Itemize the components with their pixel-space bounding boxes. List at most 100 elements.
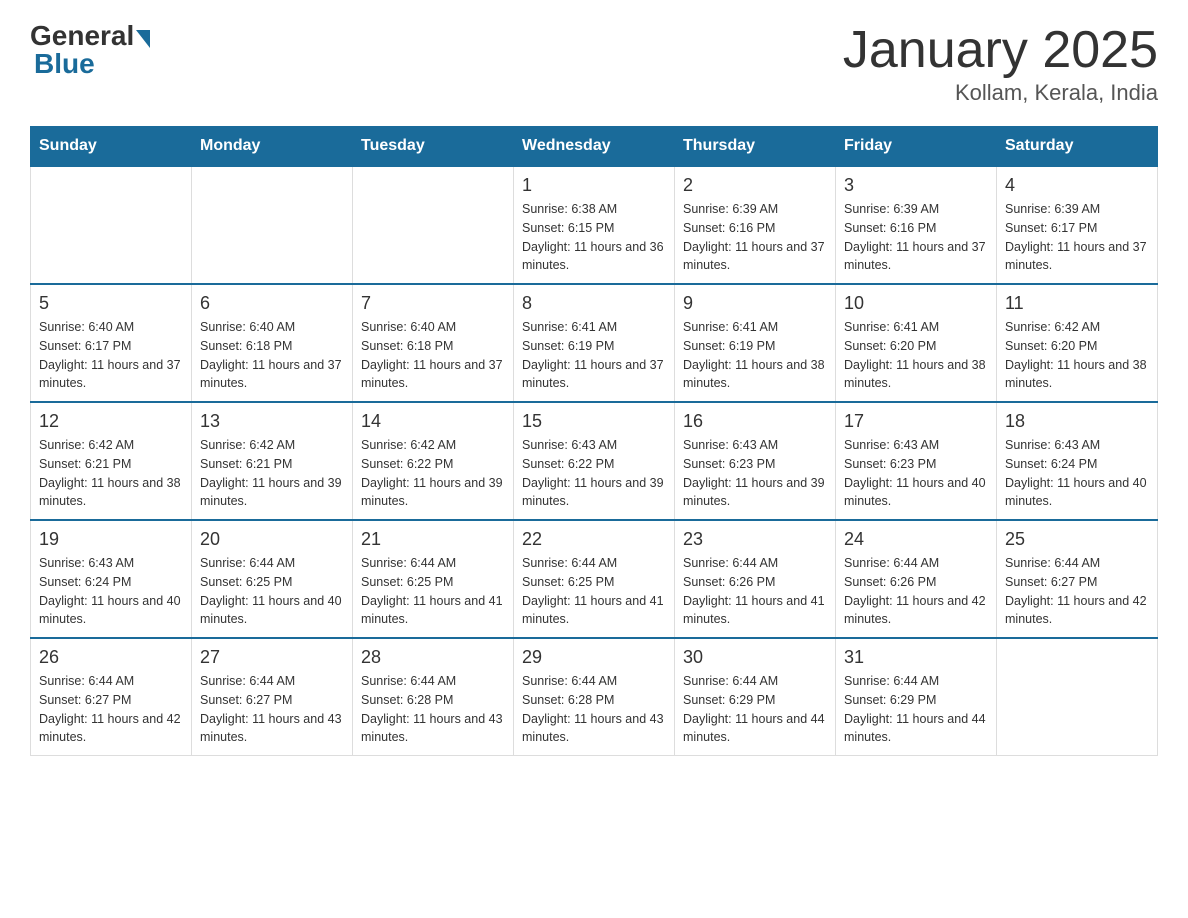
logo-blue-text: Blue — [34, 48, 95, 80]
day-info: Sunrise: 6:38 AM Sunset: 6:15 PM Dayligh… — [522, 200, 666, 275]
calendar-day-cell: 1 Sunrise: 6:38 AM Sunset: 6:15 PM Daylig… — [514, 166, 675, 284]
calendar-day-cell: 31 Sunrise: 6:44 AM Sunset: 6:29 PM Dayli… — [836, 638, 997, 756]
calendar-day-cell: 14Sunrise: 6:42 AM Sunset: 6:22 PM Dayli… — [353, 402, 514, 520]
day-number: 15 — [522, 411, 666, 432]
day-info: Sunrise: 6:42 AM Sunset: 6:21 PM Dayligh… — [39, 436, 183, 511]
calendar-title: January 2025 — [843, 20, 1158, 80]
day-info: Sunrise: 6:44 AM Sunset: 6:29 PM Dayligh… — [683, 672, 827, 747]
calendar-day-cell: 4Sunrise: 6:39 AM Sunset: 6:17 PM Daylig… — [997, 166, 1158, 284]
day-info: Sunrise: 6:43 AM Sunset: 6:23 PM Dayligh… — [683, 436, 827, 511]
day-number: 17 — [844, 411, 988, 432]
day-info: Sunrise: 6:40 AM Sunset: 6:18 PM Dayligh… — [200, 318, 344, 393]
calendar-day-cell: 6 Sunrise: 6:40 AM Sunset: 6:18 PM Daylig… — [192, 284, 353, 402]
calendar-day-header: Tuesday — [353, 127, 514, 167]
day-info: Sunrise: 6:41 AM Sunset: 6:20 PM Dayligh… — [844, 318, 988, 393]
day-info: Sunrise: 6:44 AM Sunset: 6:28 PM Dayligh… — [361, 672, 505, 747]
calendar-day-cell: 24 Sunrise: 6:44 AM Sunset: 6:26 PM Dayli… — [836, 520, 997, 638]
calendar-day-cell: 30 Sunrise: 6:44 AM Sunset: 6:29 PM Dayli… — [675, 638, 836, 756]
day-number: 5 — [39, 293, 183, 314]
day-number: 30 — [683, 647, 827, 668]
calendar-day-cell: 8 Sunrise: 6:41 AM Sunset: 6:19 PM Daylig… — [514, 284, 675, 402]
calendar-day-header: Wednesday — [514, 127, 675, 167]
calendar-day-header: Friday — [836, 127, 997, 167]
day-info: Sunrise: 6:44 AM Sunset: 6:25 PM Dayligh… — [361, 554, 505, 629]
day-info: Sunrise: 6:44 AM Sunset: 6:25 PM Dayligh… — [522, 554, 666, 629]
calendar-week-row: 26 Sunrise: 6:44 AM Sunset: 6:27 PM Dayli… — [31, 638, 1158, 756]
day-number: 31 — [844, 647, 988, 668]
calendar-day-cell: 12 Sunrise: 6:42 AM Sunset: 6:21 PM Dayli… — [31, 402, 192, 520]
day-info: Sunrise: 6:42 AM Sunset: 6:21 PM Dayligh… — [200, 436, 344, 511]
day-number: 6 — [200, 293, 344, 314]
calendar-day-cell: 25Sunrise: 6:44 AM Sunset: 6:27 PM Dayli… — [997, 520, 1158, 638]
calendar-day-header: Saturday — [997, 127, 1158, 167]
calendar-day-cell: 13 Sunrise: 6:42 AM Sunset: 6:21 PM Dayli… — [192, 402, 353, 520]
day-number: 11 — [1005, 293, 1149, 314]
day-info: Sunrise: 6:44 AM Sunset: 6:27 PM Dayligh… — [39, 672, 183, 747]
day-number: 13 — [200, 411, 344, 432]
day-info: Sunrise: 6:44 AM Sunset: 6:26 PM Dayligh… — [844, 554, 988, 629]
calendar-week-row: 5 Sunrise: 6:40 AM Sunset: 6:17 PM Daylig… — [31, 284, 1158, 402]
calendar-day-cell: 26 Sunrise: 6:44 AM Sunset: 6:27 PM Dayli… — [31, 638, 192, 756]
day-number: 24 — [844, 529, 988, 550]
day-info: Sunrise: 6:42 AM Sunset: 6:20 PM Dayligh… — [1005, 318, 1149, 393]
day-number: 19 — [39, 529, 183, 550]
day-info: Sunrise: 6:43 AM Sunset: 6:22 PM Dayligh… — [522, 436, 666, 511]
calendar-day-cell: 23Sunrise: 6:44 AM Sunset: 6:26 PM Dayli… — [675, 520, 836, 638]
day-info: Sunrise: 6:40 AM Sunset: 6:17 PM Dayligh… — [39, 318, 183, 393]
calendar-day-cell: 10 Sunrise: 6:41 AM Sunset: 6:20 PM Dayli… — [836, 284, 997, 402]
title-block: January 2025 Kollam, Kerala, India — [843, 20, 1158, 106]
day-number: 20 — [200, 529, 344, 550]
day-number: 28 — [361, 647, 505, 668]
day-number: 10 — [844, 293, 988, 314]
calendar-day-cell: 22 Sunrise: 6:44 AM Sunset: 6:25 PM Dayli… — [514, 520, 675, 638]
calendar-day-cell: 11 Sunrise: 6:42 AM Sunset: 6:20 PM Dayli… — [997, 284, 1158, 402]
calendar-day-cell: 20Sunrise: 6:44 AM Sunset: 6:25 PM Dayli… — [192, 520, 353, 638]
day-number: 21 — [361, 529, 505, 550]
calendar-day-cell: 17Sunrise: 6:43 AM Sunset: 6:23 PM Dayli… — [836, 402, 997, 520]
calendar-day-header: Sunday — [31, 127, 192, 167]
calendar-day-header: Thursday — [675, 127, 836, 167]
calendar-day-cell: 16 Sunrise: 6:43 AM Sunset: 6:23 PM Dayli… — [675, 402, 836, 520]
day-info: Sunrise: 6:44 AM Sunset: 6:29 PM Dayligh… — [844, 672, 988, 747]
day-info: Sunrise: 6:44 AM Sunset: 6:27 PM Dayligh… — [1005, 554, 1149, 629]
day-number: 12 — [39, 411, 183, 432]
day-info: Sunrise: 6:41 AM Sunset: 6:19 PM Dayligh… — [683, 318, 827, 393]
logo: General Blue — [30, 20, 150, 80]
day-info: Sunrise: 6:44 AM Sunset: 6:26 PM Dayligh… — [683, 554, 827, 629]
day-info: Sunrise: 6:43 AM Sunset: 6:24 PM Dayligh… — [39, 554, 183, 629]
calendar-day-cell: 21 Sunrise: 6:44 AM Sunset: 6:25 PM Dayli… — [353, 520, 514, 638]
day-info: Sunrise: 6:39 AM Sunset: 6:16 PM Dayligh… — [683, 200, 827, 275]
day-number: 29 — [522, 647, 666, 668]
day-number: 16 — [683, 411, 827, 432]
calendar-day-cell: 27Sunrise: 6:44 AM Sunset: 6:27 PM Dayli… — [192, 638, 353, 756]
calendar-day-cell: 18Sunrise: 6:43 AM Sunset: 6:24 PM Dayli… — [997, 402, 1158, 520]
day-number: 27 — [200, 647, 344, 668]
day-info: Sunrise: 6:44 AM Sunset: 6:28 PM Dayligh… — [522, 672, 666, 747]
calendar-day-cell: 5 Sunrise: 6:40 AM Sunset: 6:17 PM Daylig… — [31, 284, 192, 402]
calendar-week-row: 12 Sunrise: 6:42 AM Sunset: 6:21 PM Dayli… — [31, 402, 1158, 520]
day-number: 8 — [522, 293, 666, 314]
calendar-table: SundayMondayTuesdayWednesdayThursdayFrid… — [30, 126, 1158, 756]
day-number: 1 — [522, 175, 666, 196]
day-info: Sunrise: 6:41 AM Sunset: 6:19 PM Dayligh… — [522, 318, 666, 393]
calendar-day-cell — [353, 166, 514, 284]
calendar-day-cell: 3 Sunrise: 6:39 AM Sunset: 6:16 PM Daylig… — [836, 166, 997, 284]
calendar-day-cell — [997, 638, 1158, 756]
logo-arrow-icon — [136, 30, 150, 48]
calendar-day-cell: 19 Sunrise: 6:43 AM Sunset: 6:24 PM Dayli… — [31, 520, 192, 638]
day-number: 22 — [522, 529, 666, 550]
calendar-day-cell: 9 Sunrise: 6:41 AM Sunset: 6:19 PM Daylig… — [675, 284, 836, 402]
calendar-week-row: 19 Sunrise: 6:43 AM Sunset: 6:24 PM Dayli… — [31, 520, 1158, 638]
day-number: 9 — [683, 293, 827, 314]
day-number: 18 — [1005, 411, 1149, 432]
calendar-day-cell: 2 Sunrise: 6:39 AM Sunset: 6:16 PM Daylig… — [675, 166, 836, 284]
calendar-day-cell: 29 Sunrise: 6:44 AM Sunset: 6:28 PM Dayli… — [514, 638, 675, 756]
calendar-header-row: SundayMondayTuesdayWednesdayThursdayFrid… — [31, 127, 1158, 167]
day-number: 3 — [844, 175, 988, 196]
day-number: 2 — [683, 175, 827, 196]
calendar-day-cell: 28 Sunrise: 6:44 AM Sunset: 6:28 PM Dayli… — [353, 638, 514, 756]
day-number: 26 — [39, 647, 183, 668]
day-info: Sunrise: 6:39 AM Sunset: 6:16 PM Dayligh… — [844, 200, 988, 275]
day-info: Sunrise: 6:42 AM Sunset: 6:22 PM Dayligh… — [361, 436, 505, 511]
page-header: General Blue January 2025 Kollam, Kerala… — [30, 20, 1158, 106]
